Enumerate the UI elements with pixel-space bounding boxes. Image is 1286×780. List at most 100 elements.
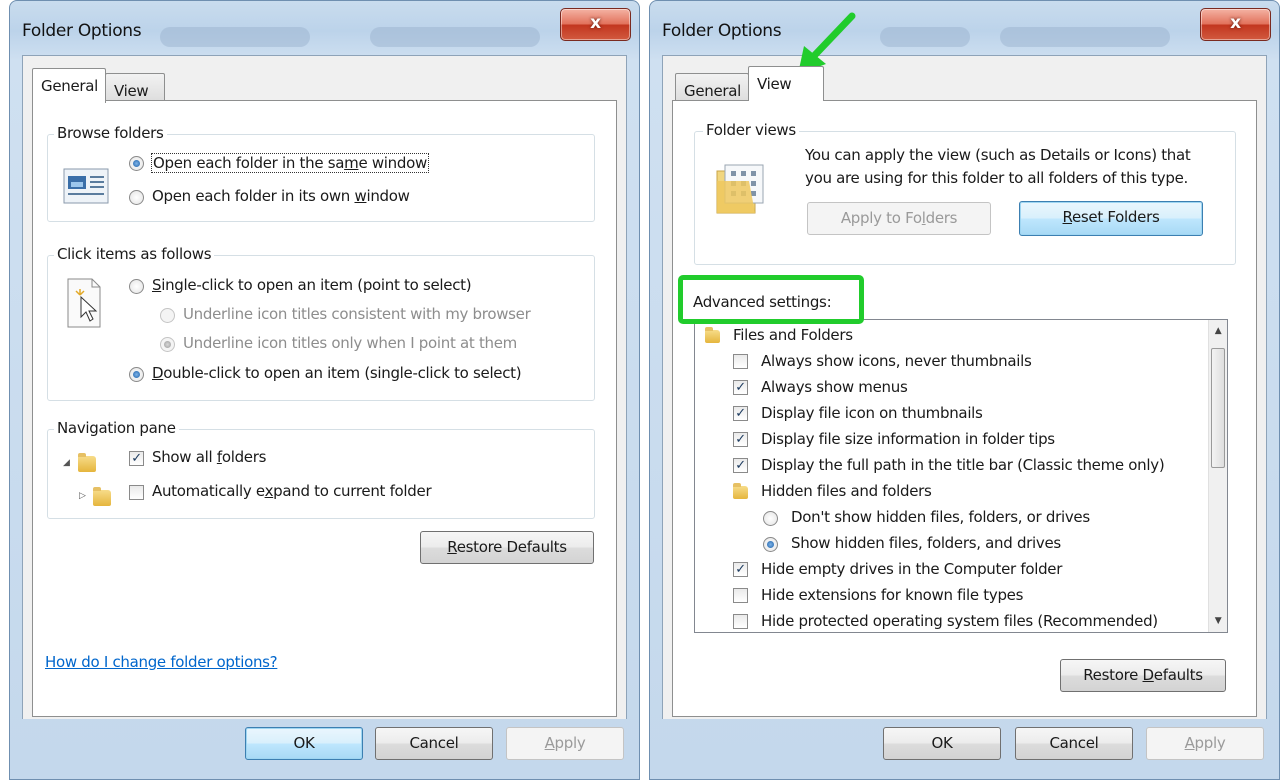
folder-options-window-general: Folder Options x General View Browse fol… <box>9 0 640 780</box>
advanced-setting-item[interactable]: Hide extensions for known file types <box>695 583 1207 609</box>
ok-button[interactable]: OK <box>883 727 1001 760</box>
folder-options-window-view: Folder Options x General View Folder vie… <box>649 0 1280 780</box>
double-click-label[interactable]: Double-click to open an item (single-cli… <box>152 364 522 382</box>
advanced-setting-item[interactable]: Show hidden files, folders, and drives <box>695 531 1207 557</box>
show-all-folders-label[interactable]: Show all folders <box>152 448 266 466</box>
close-icon: x <box>1230 13 1241 33</box>
advanced-settings-list[interactable]: Files and Folders Always show icons, neve… <box>694 319 1228 633</box>
underline-browser-label[interactable]: Underline icon titles consistent with my… <box>183 305 531 323</box>
browse-folders-label: Browse folders <box>54 124 167 142</box>
advanced-setting-item[interactable]: Always show icons, never thumbnails <box>695 349 1207 375</box>
setting-checkbox[interactable]: ✓ <box>733 562 748 577</box>
apply-to-folders-button[interactable]: Apply to Folders <box>807 202 991 235</box>
cancel-button[interactable]: Cancel <box>1015 727 1133 760</box>
cancel-button[interactable]: Cancel <box>375 727 493 760</box>
single-click-radio[interactable] <box>129 279 144 294</box>
tab-view[interactable]: View <box>748 66 824 101</box>
folder-icon <box>705 327 720 343</box>
dialog-button-bar: OK Cancel Apply <box>650 719 1279 779</box>
advanced-setting-item[interactable]: ✓ Display the full path in the title bar … <box>695 453 1207 479</box>
advanced-setting-label: Don't show hidden files, folders, or dri… <box>791 508 1090 526</box>
blurred-background <box>370 27 540 47</box>
advanced-setting-label: Hide protected operating system files (R… <box>761 612 1158 630</box>
dialog-content: General View Browse folders Open each fo… <box>22 55 627 719</box>
open-same-window-radio[interactable] <box>129 156 144 171</box>
open-same-window-label[interactable]: Open each folder in the same window <box>151 153 429 173</box>
scrollbar-thumb[interactable] <box>1211 348 1225 468</box>
open-own-window-radio[interactable] <box>129 190 144 205</box>
setting-checkbox[interactable]: ✓ <box>733 458 748 473</box>
window-title: Folder Options <box>22 21 142 41</box>
scroll-down-arrow-icon[interactable]: ▼ <box>1209 616 1227 626</box>
blurred-background <box>880 27 970 47</box>
click-items-label: Click items as follows <box>54 245 215 263</box>
reset-folders-button[interactable]: Reset Folders <box>1019 201 1203 236</box>
tab-strip: General View <box>663 56 1266 103</box>
folder-views-description-2: you are using for this folder to all fol… <box>805 169 1188 187</box>
underline-point-radio[interactable] <box>160 337 175 352</box>
auto-expand-checkbox[interactable] <box>129 485 144 500</box>
setting-checkbox[interactable] <box>733 354 748 369</box>
advanced-setting-item[interactable]: ✓ Always show menus <box>695 375 1207 401</box>
folder-icon <box>78 453 96 472</box>
tree-expanded-icon: ◢ <box>63 458 70 468</box>
apply-button[interactable]: Apply <box>1146 727 1264 760</box>
ok-button[interactable]: OK <box>245 727 363 760</box>
advanced-setting-item[interactable]: Hidden files and folders <box>695 479 1207 505</box>
window-view-icon <box>63 168 109 204</box>
setting-checkbox[interactable]: ✓ <box>733 406 748 421</box>
advanced-setting-label: Display the full path in the title bar (… <box>761 456 1165 474</box>
advanced-setting-item[interactable]: ✓ Display file icon on thumbnails <box>695 401 1207 427</box>
double-click-radio[interactable] <box>129 367 144 382</box>
advanced-setting-item[interactable]: ✓ Display file size information in folder… <box>695 427 1207 453</box>
divider <box>640 0 649 780</box>
navigation-pane-label: Navigation pane <box>54 419 179 437</box>
browse-folders-group <box>47 134 595 222</box>
tree-collapsed-icon: ▷ <box>79 491 86 501</box>
advanced-setting-label: Hidden files and folders <box>761 482 932 500</box>
advanced-setting-item[interactable]: Hide protected operating system files (R… <box>695 609 1207 632</box>
close-button[interactable]: x <box>560 8 631 41</box>
click-pointer-icon <box>67 278 101 328</box>
open-own-window-label[interactable]: Open each folder in its own window <box>152 187 410 205</box>
advanced-setting-label: Hide extensions for known file types <box>761 586 1024 604</box>
folder-icon <box>93 487 111 506</box>
setting-radio[interactable] <box>763 537 778 552</box>
apply-button[interactable]: Apply <box>506 727 624 760</box>
restore-defaults-button[interactable]: Restore Defaults <box>1060 659 1226 692</box>
setting-checkbox[interactable] <box>733 588 748 603</box>
underline-point-label[interactable]: Underline icon titles only when I point … <box>183 334 517 352</box>
tab-strip: General View <box>23 56 626 103</box>
title-bar[interactable]: Folder Options x <box>10 1 639 57</box>
help-link[interactable]: How do I change folder options? <box>45 653 278 671</box>
advanced-setting-label: Display file icon on thumbnails <box>761 404 983 422</box>
advanced-setting-item[interactable]: Files and Folders <box>695 323 1207 349</box>
tab-general[interactable]: General <box>32 68 106 103</box>
advanced-setting-label: Always show menus <box>761 378 908 396</box>
setting-checkbox[interactable]: ✓ <box>733 380 748 395</box>
setting-checkbox[interactable]: ✓ <box>733 432 748 447</box>
advanced-setting-label: Show hidden files, folders, and drives <box>791 534 1061 552</box>
underline-browser-radio[interactable] <box>160 308 175 323</box>
general-tab-panel: Browse folders Open each folder in the s… <box>32 100 617 717</box>
advanced-setting-item[interactable]: ✓ Hide empty drives in the Computer folde… <box>695 557 1207 583</box>
advanced-setting-label: Files and Folders <box>733 326 853 344</box>
title-bar[interactable]: Folder Options x <box>650 1 1279 57</box>
advanced-settings-scrollbar[interactable]: ▲ ▼ <box>1208 320 1227 632</box>
scroll-up-arrow-icon[interactable]: ▲ <box>1209 326 1227 336</box>
advanced-setting-label: Display file size information in folder … <box>761 430 1055 448</box>
close-button[interactable]: x <box>1200 8 1271 41</box>
restore-defaults-button[interactable]: Restore Defaults <box>420 531 594 564</box>
setting-radio[interactable] <box>763 511 778 526</box>
tab-view[interactable]: View <box>105 73 165 103</box>
setting-checkbox[interactable] <box>733 614 748 629</box>
tab-general[interactable]: General <box>675 73 749 103</box>
advanced-setting-item[interactable]: Don't show hidden files, folders, or dri… <box>695 505 1207 531</box>
advanced-setting-label: Hide empty drives in the Computer folder <box>761 560 1063 578</box>
auto-expand-label[interactable]: Automatically expand to current folder <box>152 482 432 500</box>
single-click-label[interactable]: Single-click to open an item (point to s… <box>152 276 472 294</box>
folder-icon <box>733 483 748 499</box>
blurred-background <box>160 27 310 47</box>
advanced-settings-highlight <box>678 275 864 324</box>
show-all-folders-checkbox[interactable]: ✓ <box>129 451 144 466</box>
